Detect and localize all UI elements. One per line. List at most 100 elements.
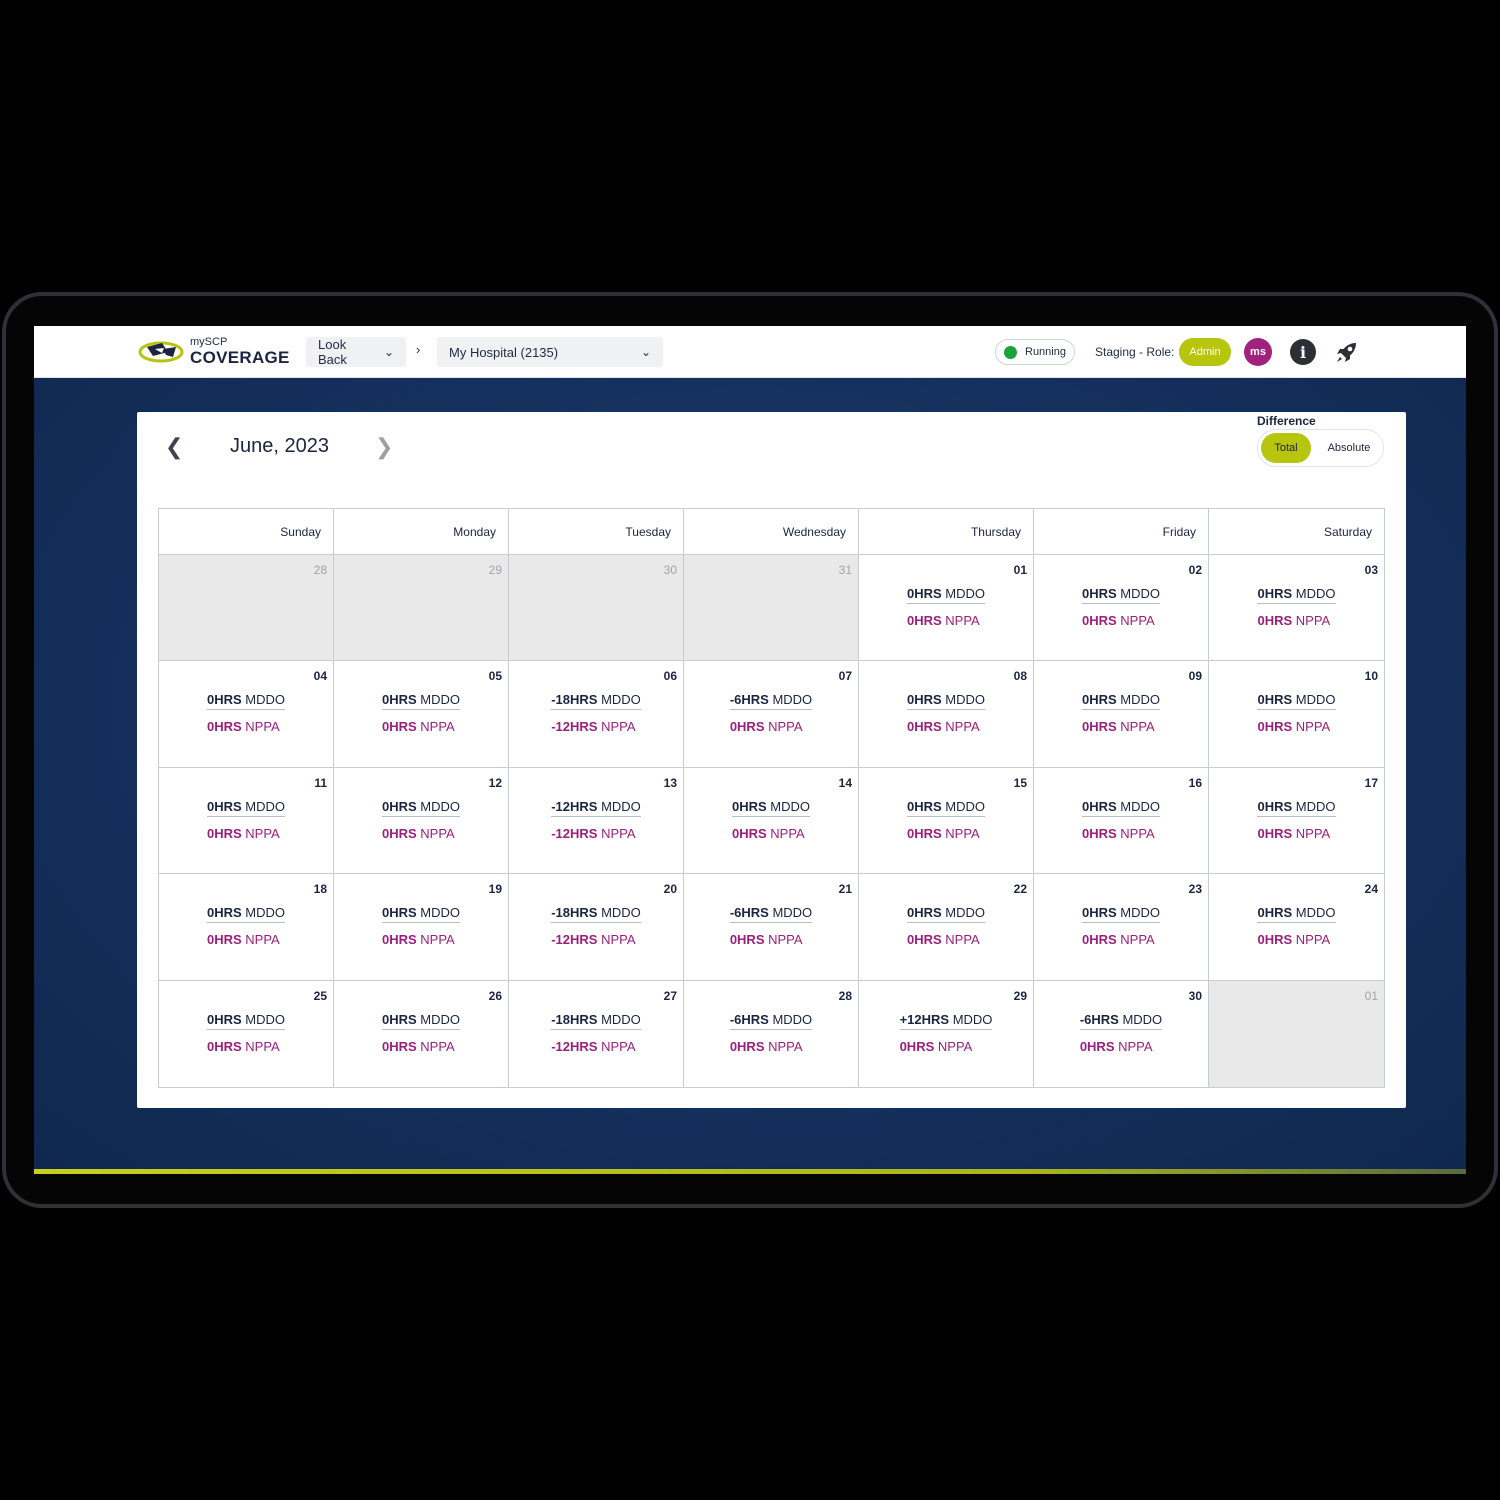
calendar-day[interactable]: 01 0HRS MDDO 0HRS NPPA <box>859 555 1034 662</box>
calendar-day[interactable]: 29 +12HRS MDDO 0HRS NPPA <box>859 980 1034 1087</box>
calendar-day[interactable]: 23 0HRS MDDO 0HRS NPPA <box>1034 874 1209 981</box>
nppa-value[interactable]: 0HRS NPPA <box>207 932 285 947</box>
nppa-value[interactable]: 0HRS NPPA <box>907 719 985 734</box>
calendar-day-outside[interactable]: 30 <box>509 555 684 662</box>
calendar-day[interactable]: 12 0HRS MDDO 0HRS NPPA <box>334 767 509 875</box>
nppa-value[interactable]: 0HRS NPPA <box>1257 613 1335 628</box>
mddo-value[interactable]: -6HRS MDDO <box>1079 1012 1163 1030</box>
mddo-value[interactable]: 0HRS MDDO <box>206 905 286 924</box>
mddo-value[interactable]: -6HRS MDDO <box>729 905 813 924</box>
calendar-day[interactable]: 07 -6HRS MDDO 0HRS NPPA <box>684 661 859 768</box>
calendar-day[interactable]: 25 0HRS MDDO 0HRS NPPA <box>159 980 334 1087</box>
toggle-absolute-button[interactable]: Absolute <box>1318 433 1380 463</box>
calendar-day[interactable]: 27 -18HRS MDDO -12HRS NPPA <box>509 980 684 1087</box>
calendar-day-outside[interactable]: 01 <box>1209 980 1384 1087</box>
mddo-value[interactable]: 0HRS MDDO <box>906 799 986 817</box>
toggle-total-button[interactable]: Total <box>1261 433 1311 463</box>
nppa-value[interactable]: 0HRS NPPA <box>1082 719 1160 734</box>
calendar-day[interactable]: 13 -12HRS MDDO -12HRS NPPA <box>509 767 684 875</box>
calendar-day[interactable]: 15 0HRS MDDO 0HRS NPPA <box>859 767 1034 875</box>
nppa-value[interactable]: 0HRS NPPA <box>1080 1039 1162 1054</box>
nppa-value[interactable]: 0HRS NPPA <box>1082 932 1160 947</box>
nppa-value[interactable]: 0HRS NPPA <box>1257 932 1335 947</box>
calendar-day[interactable]: 21 -6HRS MDDO 0HRS NPPA <box>684 874 859 981</box>
calendar-day[interactable]: 03 0HRS MDDO 0HRS NPPA <box>1209 555 1384 662</box>
calendar-day[interactable]: 28 -6HRS MDDO 0HRS NPPA <box>684 980 859 1087</box>
calendar-day[interactable]: 08 0HRS MDDO 0HRS NPPA <box>859 661 1034 768</box>
nppa-value[interactable]: 0HRS NPPA <box>907 613 985 628</box>
mddo-value[interactable]: 0HRS MDDO <box>1257 692 1336 711</box>
prev-month-icon[interactable]: ❮ <box>165 434 183 460</box>
mddo-value[interactable]: +12HRS MDDO <box>899 1012 993 1030</box>
mddo-value[interactable]: -6HRS MDDO <box>729 1012 813 1030</box>
calendar-day[interactable]: 22 0HRS MDDO 0HRS NPPA <box>859 874 1034 981</box>
lookback-dropdown[interactable]: Look Back ⌄ <box>306 337 406 367</box>
mddo-value[interactable]: 0HRS MDDO <box>1257 799 1336 817</box>
nppa-value[interactable]: 0HRS NPPA <box>207 826 285 841</box>
calendar-day[interactable]: 02 0HRS MDDO 0HRS NPPA <box>1034 555 1209 662</box>
mddo-value[interactable]: 0HRS MDDO <box>1257 905 1336 924</box>
mddo-value[interactable]: 0HRS MDDO <box>381 905 461 924</box>
nppa-value[interactable]: 0HRS NPPA <box>207 719 285 734</box>
nppa-value[interactable]: 0HRS NPPA <box>207 1039 285 1054</box>
mddo-value[interactable]: 0HRS MDDO <box>381 1012 461 1030</box>
calendar-day-outside[interactable]: 31 <box>684 555 859 662</box>
mddo-value[interactable]: -18HRS MDDO <box>551 692 641 711</box>
mddo-value[interactable]: 0HRS MDDO <box>906 692 986 711</box>
mddo-value[interactable]: 0HRS MDDO <box>906 905 986 924</box>
calendar-day[interactable]: 26 0HRS MDDO 0HRS NPPA <box>334 980 509 1087</box>
calendar-day[interactable]: 10 0HRS MDDO 0HRS NPPA <box>1209 661 1384 768</box>
mddo-value[interactable]: 0HRS MDDO <box>381 799 461 817</box>
mddo-value[interactable]: -12HRS MDDO <box>551 799 641 817</box>
calendar-day[interactable]: 20 -18HRS MDDO -12HRS NPPA <box>509 874 684 981</box>
nppa-value[interactable]: 0HRS NPPA <box>382 719 460 734</box>
mddo-value[interactable]: 0HRS MDDO <box>1081 586 1161 604</box>
calendar-day[interactable]: 19 0HRS MDDO 0HRS NPPA <box>334 874 509 981</box>
nppa-value[interactable]: 0HRS NPPA <box>1082 613 1160 628</box>
calendar-day[interactable]: 14 0HRS MDDO 0HRS NPPA <box>684 767 859 875</box>
nppa-value[interactable]: 0HRS NPPA <box>1082 826 1160 841</box>
mddo-value[interactable]: 0HRS MDDO <box>731 799 811 817</box>
calendar-day[interactable]: 11 0HRS MDDO 0HRS NPPA <box>159 767 334 875</box>
calendar-day[interactable]: 30 -6HRS MDDO 0HRS NPPA <box>1034 980 1209 1087</box>
calendar-day[interactable]: 09 0HRS MDDO 0HRS NPPA <box>1034 661 1209 768</box>
mddo-value[interactable]: 0HRS MDDO <box>1081 799 1161 817</box>
app-logo[interactable]: mySCP COVERAGE <box>138 334 289 370</box>
nppa-value[interactable]: 0HRS NPPA <box>907 932 985 947</box>
nppa-value[interactable]: -12HRS NPPA <box>551 932 641 947</box>
nppa-value[interactable]: 0HRS NPPA <box>730 1039 812 1054</box>
calendar-day[interactable]: 24 0HRS MDDO 0HRS NPPA <box>1209 874 1384 981</box>
nppa-value[interactable]: -12HRS NPPA <box>551 1039 641 1054</box>
calendar-day[interactable]: 16 0HRS MDDO 0HRS NPPA <box>1034 767 1209 875</box>
nppa-value[interactable]: -12HRS NPPA <box>551 826 641 841</box>
calendar-day[interactable]: 04 0HRS MDDO 0HRS NPPA <box>159 661 334 768</box>
mddo-value[interactable]: 0HRS MDDO <box>381 692 461 711</box>
next-month-icon[interactable]: ❯ <box>375 434 393 460</box>
nppa-value[interactable]: -12HRS NPPA <box>551 719 641 734</box>
mddo-value[interactable]: 0HRS MDDO <box>906 586 986 604</box>
mddo-value[interactable]: 0HRS MDDO <box>206 692 286 711</box>
mddo-value[interactable]: 0HRS MDDO <box>206 1012 286 1030</box>
nppa-value[interactable]: 0HRS NPPA <box>1257 719 1335 734</box>
calendar-day[interactable]: 06 -18HRS MDDO -12HRS NPPA <box>509 661 684 768</box>
nppa-value[interactable]: 0HRS NPPA <box>1257 826 1335 841</box>
nppa-value[interactable]: 0HRS NPPA <box>907 826 985 841</box>
rocket-icon[interactable] <box>1334 339 1360 365</box>
nppa-value[interactable]: 0HRS NPPA <box>732 826 810 841</box>
mddo-value[interactable]: -18HRS MDDO <box>551 905 641 924</box>
calendar-day[interactable]: 18 0HRS MDDO 0HRS NPPA <box>159 874 334 981</box>
mddo-value[interactable]: 0HRS MDDO <box>206 799 286 817</box>
status-badge[interactable]: Running <box>995 339 1075 365</box>
mddo-value[interactable]: 0HRS MDDO <box>1081 905 1161 924</box>
calendar-day[interactable]: 05 0HRS MDDO 0HRS NPPA <box>334 661 509 768</box>
nppa-value[interactable]: 0HRS NPPA <box>730 719 812 734</box>
mddo-value[interactable]: 0HRS MDDO <box>1257 586 1336 604</box>
nppa-value[interactable]: 0HRS NPPA <box>382 932 460 947</box>
avatar[interactable]: ms <box>1244 338 1272 366</box>
calendar-day[interactable]: 17 0HRS MDDO 0HRS NPPA <box>1209 767 1384 875</box>
hospital-dropdown[interactable]: My Hospital (2135) ⌄ <box>437 337 663 367</box>
nppa-value[interactable]: 0HRS NPPA <box>382 826 460 841</box>
info-icon[interactable]: i <box>1290 339 1316 365</box>
mddo-value[interactable]: -6HRS MDDO <box>729 692 813 711</box>
mddo-value[interactable]: -18HRS MDDO <box>551 1012 641 1030</box>
